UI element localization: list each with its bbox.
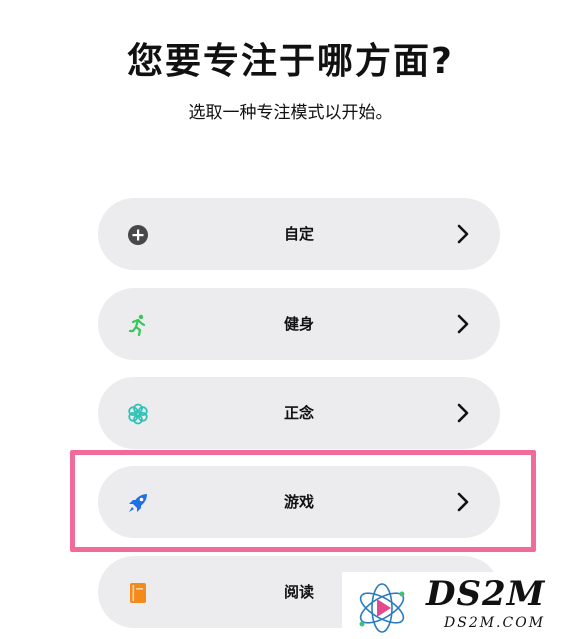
page-subtitle: 选取一种专注模式以开始。: [188, 103, 393, 123]
watermark: DS2M DS2M.COM: [342, 572, 581, 639]
chevron-right-icon: [457, 224, 469, 244]
highlight-frame: [70, 450, 536, 552]
focus-option-custom[interactable]: 自定: [98, 198, 500, 270]
page-title: 您要专注于哪方面?: [127, 41, 454, 82]
watermark-domain: DS2M.COM: [444, 615, 546, 631]
focus-option-mindfulness[interactable]: 正念: [98, 377, 500, 449]
watermark-brand: DS2M: [426, 574, 546, 614]
option-label: 正念: [283, 404, 314, 422]
ds2m-logo-icon: [359, 583, 405, 633]
option-label: 自定: [283, 225, 314, 243]
option-label: 健身: [283, 315, 314, 333]
focus-option-fitness[interactable]: 健身: [98, 288, 500, 360]
chevron-right-icon: [457, 403, 469, 423]
chevron-right-icon: [457, 314, 469, 334]
